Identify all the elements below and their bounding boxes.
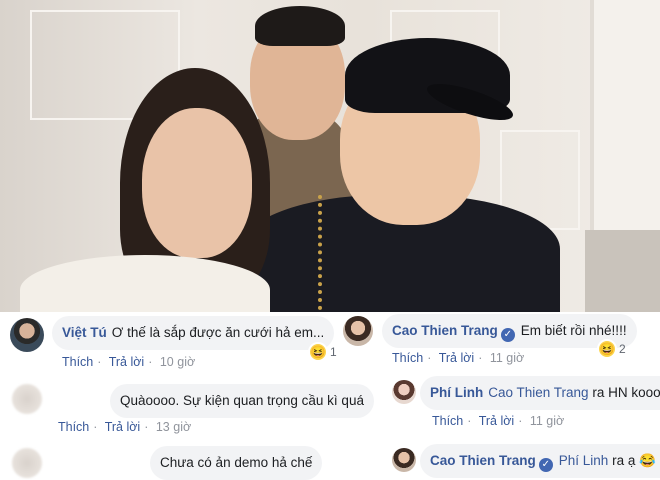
like-link[interactable]: Thích <box>58 420 89 434</box>
avatar-cao-thien-trang[interactable] <box>392 448 416 472</box>
like-link[interactable]: Thích <box>62 355 93 369</box>
shared-photo[interactable] <box>0 0 660 312</box>
comment-text: Em biết rồi nhé!!!! <box>520 323 627 338</box>
comment-text: ra HN kooo <box>592 385 660 400</box>
like-link[interactable]: Thích <box>392 351 423 365</box>
comment-time[interactable]: 11 giờ <box>530 414 564 428</box>
comment-author[interactable]: Cao Thien Trang <box>392 323 498 338</box>
reply-link[interactable]: Trả lời <box>109 355 145 369</box>
reply-link[interactable]: Trả lời <box>439 351 475 365</box>
person-left-face <box>142 108 252 258</box>
comment-actions: Thích · Trả lời · 10 giờ <box>62 355 196 369</box>
comment-author[interactable]: Cao Thien Trang <box>430 453 536 468</box>
haha-emoji-icon: 😆 <box>597 339 617 359</box>
comment-text: Quàoooo. Sự kiện quan trọng cầu kì quá <box>120 393 364 408</box>
reaction-summary[interactable]: 😆 1 <box>308 342 337 362</box>
person-back-hair <box>255 6 345 46</box>
mention-link[interactable]: Phí Linh <box>559 453 609 468</box>
comment-bubble: Chưa có ản demo hả chế <box>150 446 323 480</box>
comment-actions: Thích · Trả lời · 11 giờ <box>432 414 565 428</box>
comment-time[interactable]: 11 giờ <box>490 351 524 365</box>
mention-link[interactable]: Cao Thien Trang <box>488 385 588 400</box>
comment-time[interactable]: 13 giờ <box>156 420 191 434</box>
floor <box>585 230 660 312</box>
comment-bubble: Phí Linh Cao Thien Trang ra HN kooo <box>420 376 660 410</box>
comment-author[interactable]: Phí Linh <box>430 385 483 400</box>
avatar-blurred[interactable] <box>12 384 42 414</box>
reply-link[interactable]: Trả lời <box>479 414 515 428</box>
avatar-phi-linh[interactable] <box>392 380 416 404</box>
comment-text: ra ạ <box>612 453 636 468</box>
comment-text: Ơ thế là sắp được ăn cưới hả em... <box>111 325 325 340</box>
verified-badge-icon: ✓ <box>538 458 553 472</box>
like-link[interactable]: Thích <box>432 414 463 428</box>
comment-text: Chưa có ản demo hả chế <box>160 455 313 470</box>
verified-badge-icon: ✓ <box>500 328 515 342</box>
reaction-count: 1 <box>330 345 337 359</box>
reply-link[interactable]: Trả lời <box>105 420 141 434</box>
comment-actions: Thích · Trả lời · 13 giờ <box>58 420 192 434</box>
comment-bubble: Việt Tú Ơ thế là sắp được ăn cưới hả em..… <box>52 316 335 350</box>
avatar-blurred[interactable] <box>12 448 42 478</box>
comments-section: Việt Tú Ơ thế là sắp được ăn cưới hả em..… <box>0 312 660 480</box>
comment-bubble: Quàoooo. Sự kiện quan trọng cầu kì quá <box>110 384 374 418</box>
comment-bubble: Cao Thien Trang ✓ Phí Linh ra ạ 😂 <box>420 444 660 478</box>
avatar-viet-tu[interactable] <box>10 318 44 352</box>
laughing-emoji-icon: 😂 <box>639 453 656 468</box>
reaction-count: 2 <box>619 342 626 356</box>
reaction-summary[interactable]: 😆 2 <box>597 339 626 359</box>
avatar-cao-thien-trang[interactable] <box>343 316 373 346</box>
comment-actions: Thích · Trả lời · 11 giờ <box>392 351 525 365</box>
comment-time[interactable]: 10 giờ <box>160 355 195 369</box>
comment-author[interactable]: Việt Tú <box>62 325 107 340</box>
bag-chain-strap <box>318 195 340 310</box>
haha-emoji-icon: 😆 <box>308 342 328 362</box>
